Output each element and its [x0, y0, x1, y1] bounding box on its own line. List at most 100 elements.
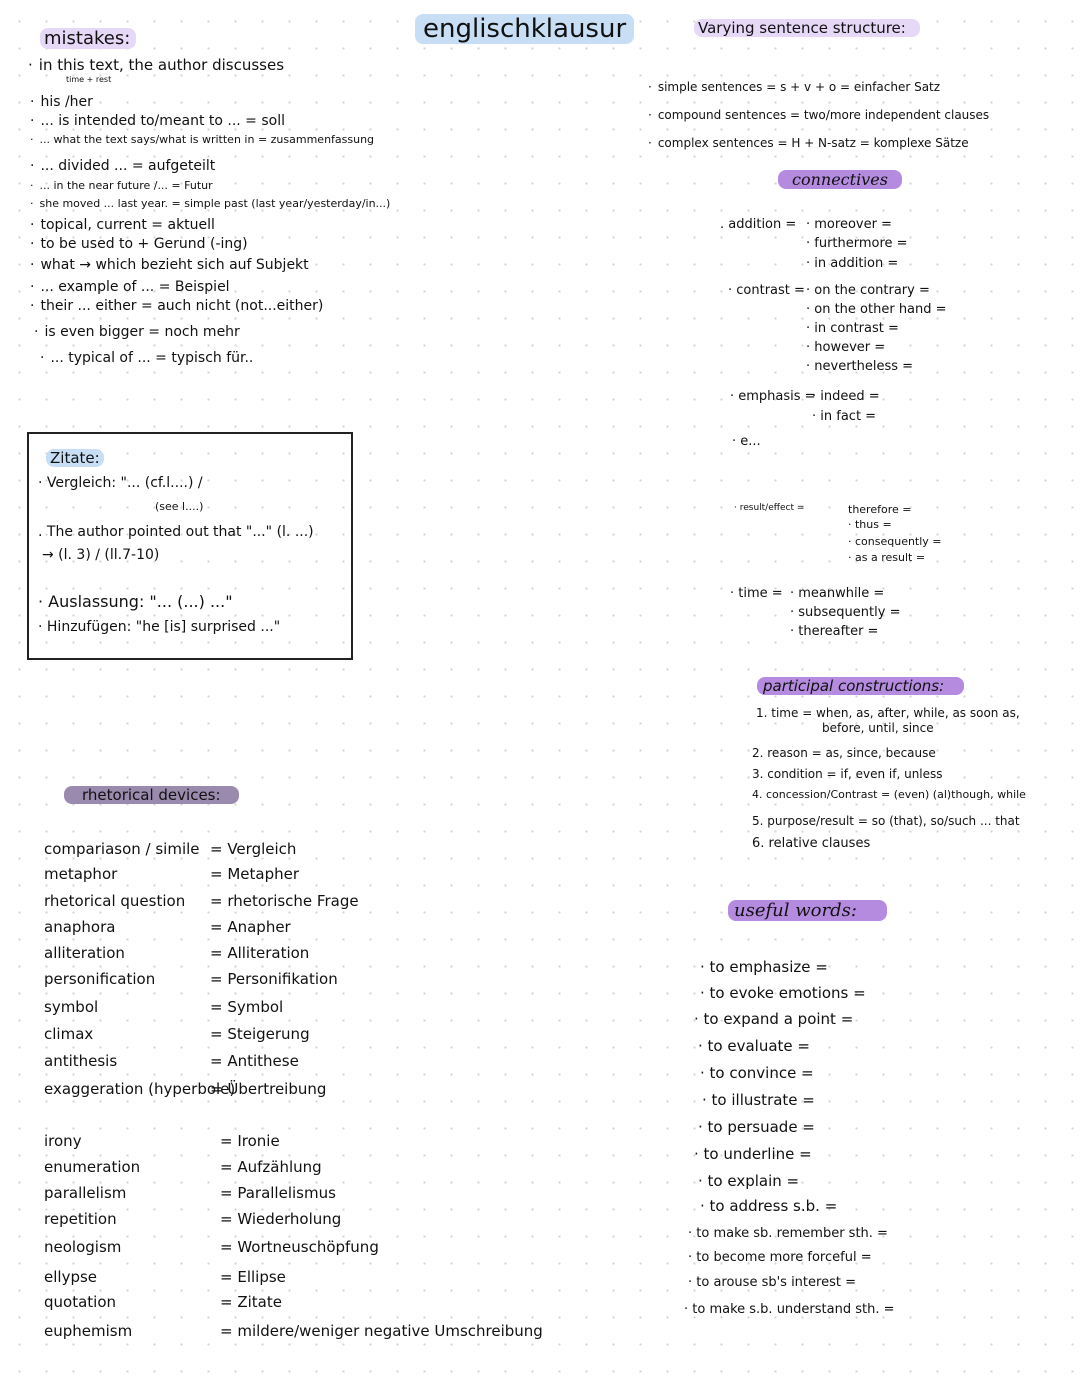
- connective-category: · e...: [732, 434, 761, 449]
- rhetorical-device-translation: = Personifikation: [210, 970, 338, 988]
- connectives-heading: connectives: [778, 170, 902, 189]
- connective-word: therefore =: [848, 503, 912, 516]
- page-title: englischklausur: [415, 14, 635, 44]
- connective-category: · emphasis =: [730, 389, 816, 404]
- list-item: ... typical of ... = typisch für..: [40, 350, 253, 366]
- list-item: topical, current = aktuell: [30, 217, 214, 233]
- list-item: his /her: [30, 94, 92, 110]
- useful-word-item: · to become more forceful =: [688, 1250, 872, 1265]
- list-item: 2. reason = as, since, because: [752, 746, 936, 760]
- quotes-heading-text: Zitate:: [46, 449, 104, 467]
- connective-word: · in contrast =: [806, 321, 899, 336]
- mistakes-heading: mistakes:: [40, 28, 137, 49]
- rhetorical-device-term: metaphor: [44, 865, 118, 883]
- connective-word: · on the other hand =: [806, 302, 947, 317]
- rhetorical-device-translation: = Anapher: [210, 918, 291, 936]
- rhetorical-device-term: climax: [44, 1025, 94, 1043]
- connectives-heading-text: connectives: [778, 170, 902, 189]
- connective-word: · indeed =: [812, 389, 880, 404]
- connective-word: · subsequently =: [790, 605, 901, 620]
- rhetorical-device-translation: = Alliteration: [210, 944, 310, 962]
- rhetorical-device-term: alliteration: [44, 944, 125, 962]
- sentence-structure-heading-text: Varying sentence structure:: [694, 19, 920, 37]
- rhetorical-device-term: enumeration: [44, 1158, 141, 1176]
- connective-category: · result/effect =: [734, 503, 805, 513]
- list-item: ... in the near future /... = Futur: [30, 179, 213, 192]
- useful-words-heading-text: useful words:: [728, 900, 887, 921]
- list-item: is even bigger = noch mehr: [34, 324, 239, 340]
- useful-word-item: · to evoke emotions =: [700, 984, 866, 1002]
- useful-word-item: · to make s.b. understand sth. =: [684, 1302, 895, 1317]
- quote-line: · Hinzufügen: "he [is] surprised ...": [38, 619, 281, 635]
- useful-word-item: · to address s.b. =: [700, 1197, 838, 1215]
- useful-word-item: · to make sb. remember sth. =: [688, 1226, 888, 1241]
- connective-word: · furthermore =: [806, 236, 908, 251]
- participial-heading: participal constructions:: [757, 676, 965, 695]
- connective-word: · meanwhile =: [790, 586, 885, 601]
- rhetorical-device-translation: = Wortneuschöpfung: [220, 1238, 379, 1256]
- useful-words-heading: useful words:: [728, 900, 887, 921]
- useful-word-item: · to emphasize =: [700, 958, 828, 976]
- list-item: 3. condition = if, even if, unless: [752, 767, 943, 781]
- quote-line: · Vergleich: "... (cf.l....) /: [38, 475, 203, 491]
- connective-word: · moreover =: [806, 217, 892, 232]
- rhetorical-device-term: compariason / simile: [44, 840, 200, 858]
- quote-line: . The author pointed out that "..." (l. …: [38, 524, 314, 540]
- connective-word: · in fact =: [812, 409, 877, 424]
- rhetorical-device-term: ellypse: [44, 1268, 98, 1286]
- connective-word: · however =: [806, 340, 886, 355]
- useful-word-item: · to underline =: [694, 1145, 812, 1163]
- rhetorical-devices-heading-text: rhetorical devices:: [64, 786, 239, 804]
- useful-word-item: · to evaluate =: [698, 1037, 810, 1055]
- rhetorical-device-term: exaggeration (hyperbole): [44, 1080, 236, 1098]
- rhetorical-device-translation: = Steigerung: [210, 1025, 310, 1043]
- quote-line: · Auslassung: "... (...) ...": [38, 592, 233, 611]
- rhetorical-device-term: symbol: [44, 998, 99, 1016]
- list-item: ... example of ... = Beispiel: [30, 279, 229, 295]
- connective-word: · as a result =: [848, 551, 926, 564]
- connective-word: · thus =: [848, 518, 892, 531]
- rhetorical-device-term: quotation: [44, 1293, 117, 1311]
- useful-word-item: · to arouse sb's interest =: [688, 1275, 856, 1290]
- rhetorical-device-term: repetition: [44, 1210, 117, 1228]
- list-item: ... what the text says/what is written i…: [30, 133, 375, 146]
- list-item: their ... either = auch nicht (not...eit…: [30, 298, 323, 314]
- rhetorical-device-translation: = Wiederholung: [220, 1210, 342, 1228]
- list-item: compound sentences = two/more independen…: [648, 108, 989, 122]
- list-item: complex sentences = H + N-satz = komplex…: [648, 136, 969, 150]
- title-text: englischklausur: [415, 14, 635, 44]
- connective-category: · time =: [730, 586, 783, 601]
- rhetorical-devices-heading: rhetorical devices:: [64, 785, 239, 804]
- rhetorical-device-translation: = Aufzählung: [220, 1158, 322, 1176]
- rhetorical-device-term: rhetorical question: [44, 892, 186, 910]
- connective-category: . addition =: [720, 217, 797, 232]
- rhetorical-device-translation: = Parallelismus: [220, 1184, 336, 1202]
- rhetorical-device-term: antithesis: [44, 1052, 118, 1070]
- rhetorical-device-translation: = mildere/weniger negative Umschreibung: [220, 1322, 543, 1340]
- participial-heading-text: participal constructions:: [757, 677, 965, 695]
- list-item: ... divided ... = aufgeteilt: [30, 158, 215, 174]
- quote-line: → (l. 3) / (ll.7-10): [42, 547, 160, 563]
- rhetorical-device-translation: = Metapher: [210, 865, 300, 883]
- list-item: 1. time = when, as, after, while, as soo…: [756, 706, 1020, 720]
- rhetorical-device-term: irony: [44, 1132, 82, 1150]
- rhetorical-device-translation: = Übertreibung: [210, 1080, 327, 1098]
- connective-category: · contrast =: [728, 283, 805, 298]
- rhetorical-device-term: euphemism: [44, 1322, 133, 1340]
- connective-word: · on the contrary =: [806, 283, 930, 298]
- list-item-note: time + rest: [66, 75, 112, 84]
- list-item: 4. concession/Contrast = (even) (al)thou…: [752, 788, 1026, 801]
- useful-word-item: · to explain =: [698, 1172, 800, 1190]
- connective-word: · thereafter =: [790, 624, 879, 639]
- rhetorical-device-translation: = Vergleich: [210, 840, 297, 858]
- rhetorical-device-translation: = Ironie: [220, 1132, 280, 1150]
- list-item: what → which bezieht sich auf Subjekt: [30, 257, 308, 273]
- rhetorical-device-term: neologism: [44, 1238, 122, 1256]
- quote-line: (see l....): [155, 500, 204, 513]
- useful-word-item: · to expand a point =: [694, 1010, 854, 1028]
- rhetorical-device-translation: = Zitate: [220, 1293, 282, 1311]
- list-item: simple sentences = s + v + o = einfacher…: [648, 80, 940, 94]
- rhetorical-device-translation: = rhetorische Frage: [210, 892, 359, 910]
- connective-word: · in addition =: [806, 256, 899, 271]
- rhetorical-device-term: personification: [44, 970, 156, 988]
